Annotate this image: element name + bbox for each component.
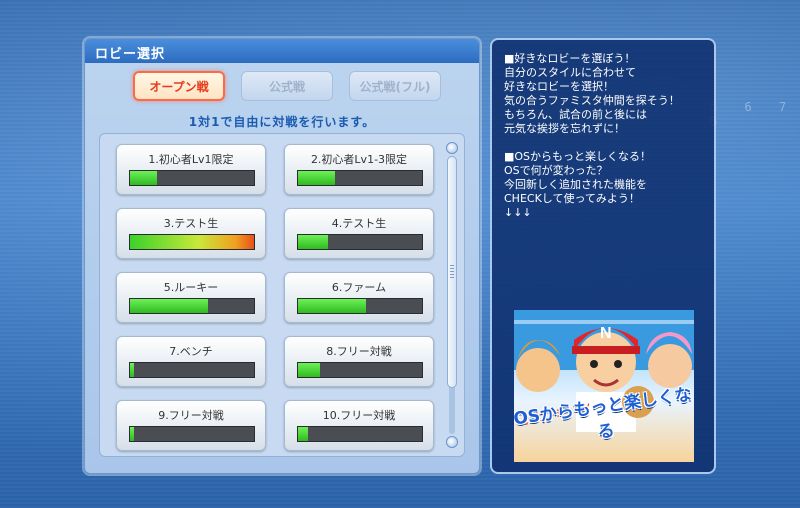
scroll-up-button[interactable] (446, 142, 458, 154)
scroll-thumb[interactable] (447, 156, 457, 388)
promo-banner[interactable]: N オープンシーズン OSからもっと楽しくなる (514, 310, 694, 462)
room-occupancy-bar (129, 426, 255, 442)
lobby-select-panel: ロビー選択 オープン戦 公式戦 公式戦(フル) 1対1で自由に対戦を行います。 … (84, 38, 480, 474)
room-occupancy-fill (298, 299, 367, 313)
info-line: 気の合うファミスタ仲間を探そう！ (504, 94, 680, 107)
room-occupancy-fill (298, 235, 328, 249)
room-name: 5.ルーキー (163, 281, 219, 294)
room-occupancy-bar (297, 170, 423, 186)
info-line: 今回新しく追加された機能を (504, 178, 647, 191)
info-line: 自分のスタイルに合わせて (504, 66, 636, 79)
info-line: ■OSからもっと楽しくなる！ (504, 150, 652, 163)
info-line: OSで何が変わった？ (504, 164, 608, 177)
room-name: 10.フリー対戦 (322, 409, 396, 422)
room-card[interactable]: 10.フリー対戦 (284, 400, 434, 451)
room-name: 1.初心者Lv1限定 (148, 153, 234, 166)
room-occupancy-bar (129, 234, 255, 250)
room-list-scrollbar[interactable] (446, 142, 458, 448)
room-card[interactable]: 8.フリー対戦 (284, 336, 434, 387)
room-grid: 1.初心者Lv1限定 2.初心者Lv1-3限定 3.テスト生 4.テスト生 5.ルーキー… (116, 144, 434, 451)
room-card[interactable]: 3.テスト生 (116, 208, 266, 259)
room-card[interactable]: 7.ベンチ (116, 336, 266, 387)
info-line: 元気な挨拶を忘れずに！ (504, 122, 625, 135)
room-occupancy-fill (130, 427, 134, 441)
svg-text:N: N (600, 325, 612, 342)
room-occupancy-fill (298, 363, 321, 377)
room-occupancy-fill (130, 235, 254, 249)
scroll-grip-icon (450, 265, 454, 279)
info-line: もちろん、試合の前と後には (504, 108, 647, 121)
lobby-tabs: オープン戦 公式戦 公式戦(フル) (133, 71, 441, 101)
room-name: 4.テスト生 (331, 217, 387, 230)
room-name: 9.フリー対戦 (158, 409, 224, 422)
room-occupancy-bar (297, 298, 423, 314)
scroll-track[interactable] (447, 156, 457, 434)
room-card[interactable]: 2.初心者Lv1-3限定 (284, 144, 434, 195)
room-card[interactable]: 5.ルーキー (116, 272, 266, 323)
room-occupancy-bar (129, 298, 255, 314)
room-occupancy-fill (298, 427, 308, 441)
info-panel: ■好きなロビーを選ぼう！ 自分のスタイルに合わせて 好きなロビーを選択！ 気の合うファ… (490, 38, 716, 474)
room-list: 1.初心者Lv1限定 2.初心者Lv1-3限定 3.テスト生 4.テスト生 5.ルーキー… (99, 133, 465, 457)
room-card[interactable]: 1.初心者Lv1限定 (116, 144, 266, 195)
info-line: 好きなロビーを選択！ (504, 80, 614, 93)
info-line: CHECKして使ってみよう！ (504, 192, 640, 205)
room-occupancy-fill (130, 299, 209, 313)
room-occupancy-bar (297, 234, 423, 250)
lobby-panel-title: ロビー選択 (85, 39, 479, 63)
room-name: 3.テスト生 (163, 217, 219, 230)
lobby-description: 1対1で自由に対戦を行います。 (188, 115, 376, 129)
scroll-down-button[interactable] (446, 436, 458, 448)
room-name: 8.フリー対戦 (326, 345, 392, 358)
tab-official-match-full[interactable]: 公式戦(フル) (349, 71, 441, 101)
room-name: 6.ファーム (331, 281, 387, 294)
room-card[interactable]: 9.フリー対戦 (116, 400, 266, 451)
room-name: 7.ベンチ (169, 345, 213, 358)
room-occupancy-bar (129, 362, 255, 378)
room-occupancy-fill (130, 171, 158, 185)
room-name: 2.初心者Lv1-3限定 (310, 153, 408, 166)
info-line (504, 136, 709, 150)
tab-open-match[interactable]: オープン戦 (133, 71, 225, 101)
room-occupancy-bar (297, 362, 423, 378)
tab-official-match[interactable]: 公式戦 (241, 71, 333, 101)
info-line: ■好きなロビーを選ぼう！ (504, 52, 636, 65)
room-card[interactable]: 6.ファーム (284, 272, 434, 323)
room-occupancy-fill (298, 171, 336, 185)
info-text: ■好きなロビーを選ぼう！ 自分のスタイルに合わせて 好きなロビーを選択！ 気の合うファ… (504, 52, 709, 220)
room-occupancy-fill (130, 363, 134, 377)
room-occupancy-bar (297, 426, 423, 442)
info-line: ↓↓↓ (504, 206, 532, 219)
room-card[interactable]: 4.テスト生 (284, 208, 434, 259)
background-scoreboard: 5 6 7 8 (710, 100, 797, 128)
room-occupancy-bar (129, 170, 255, 186)
